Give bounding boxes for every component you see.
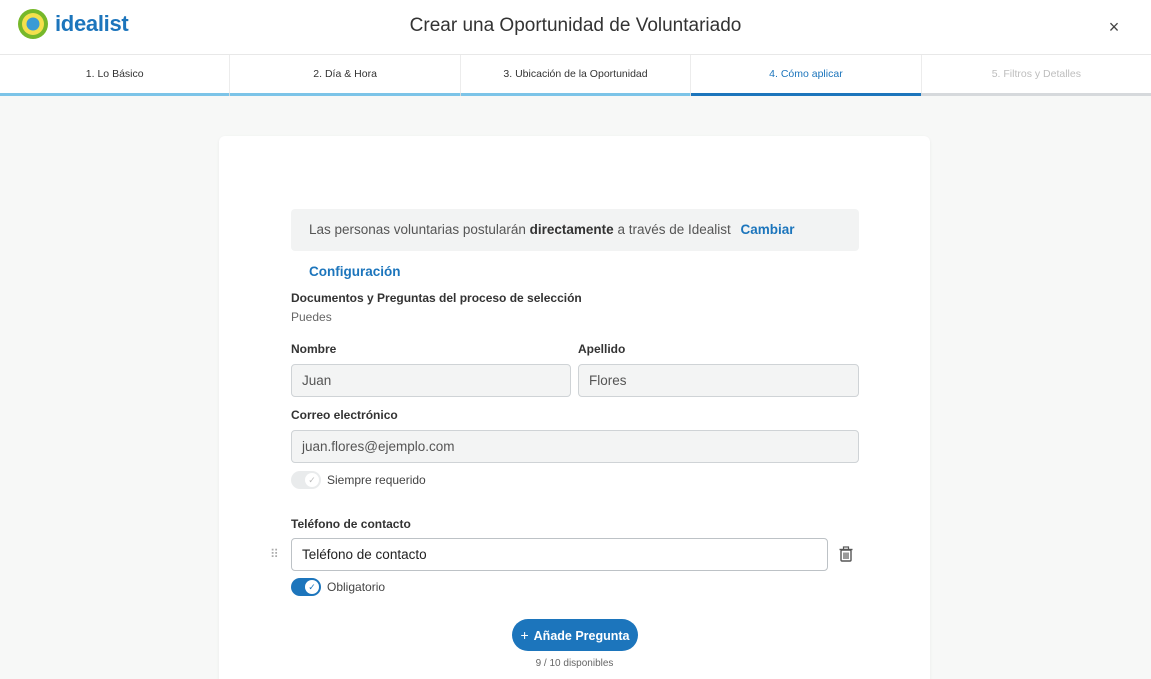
phone-question-field[interactable]: Teléfono de contacto — [291, 538, 828, 571]
step-tab-date-time[interactable]: 2. Día & Hora — [230, 55, 461, 96]
application-method-notice: Las personas voluntarias postularán dire… — [291, 209, 859, 279]
plus-icon: + — [520, 627, 529, 643]
form-card: Las personas voluntarias postularán dire… — [219, 136, 930, 679]
first-name-label: Nombre — [291, 342, 337, 356]
notice-bold: directamente — [529, 222, 614, 237]
last-name-field[interactable]: Flores — [578, 364, 859, 397]
step-tabs: 1. Lo Básico 2. Día & Hora 3. Ubicación … — [0, 55, 1151, 96]
step-tab-basics[interactable]: 1. Lo Básico — [0, 55, 231, 96]
trash-icon[interactable] — [838, 546, 854, 562]
drag-handle-icon[interactable]: ⠿ — [270, 547, 280, 561]
phone-label: Teléfono de contacto — [291, 517, 411, 531]
email-required-toggle[interactable]: ✓ — [291, 471, 321, 489]
modal-header: idealist Crear una Oportunidad de Volunt… — [0, 0, 1151, 55]
section-title: Documentos y Preguntas del proceso de se… — [291, 291, 582, 305]
add-question-label: Añade Pregunta — [533, 629, 630, 643]
check-icon: ✓ — [305, 580, 319, 594]
phone-mandatory-toggle[interactable]: ✓ — [291, 578, 321, 596]
email-label: Correo electrónico — [291, 408, 398, 422]
email-required-label: Siempre requerido — [327, 473, 426, 487]
section-subtitle: Puedes — [291, 310, 332, 324]
questions-available-counter: 9 / 10 disponibles — [535, 658, 614, 669]
notice-suffix: a través de Idealist — [613, 222, 731, 237]
last-name-label: Apellido — [578, 342, 626, 356]
close-icon[interactable]: × — [1104, 17, 1124, 37]
check-icon: ✓ — [305, 473, 319, 487]
email-field[interactable]: juan.flores@ejemplo.com — [291, 430, 859, 463]
modal-title: Crear una Oportunidad de Voluntariado — [409, 15, 742, 36]
add-question-button[interactable]: + Añade Pregunta — [512, 619, 638, 651]
step-tab-location[interactable]: 3. Ubicación de la Oportunidad — [460, 55, 692, 96]
step-tab-how-to-apply[interactable]: 4. Cómo aplicar — [691, 55, 922, 96]
notice-prefix: Las personas voluntarias postularán — [309, 222, 530, 237]
first-name-field[interactable]: Juan — [291, 364, 571, 397]
step-tab-filters[interactable]: 5. Filtros y Detalles — [922, 55, 1151, 93]
phone-mandatory-label: Obligatorio — [327, 580, 386, 594]
